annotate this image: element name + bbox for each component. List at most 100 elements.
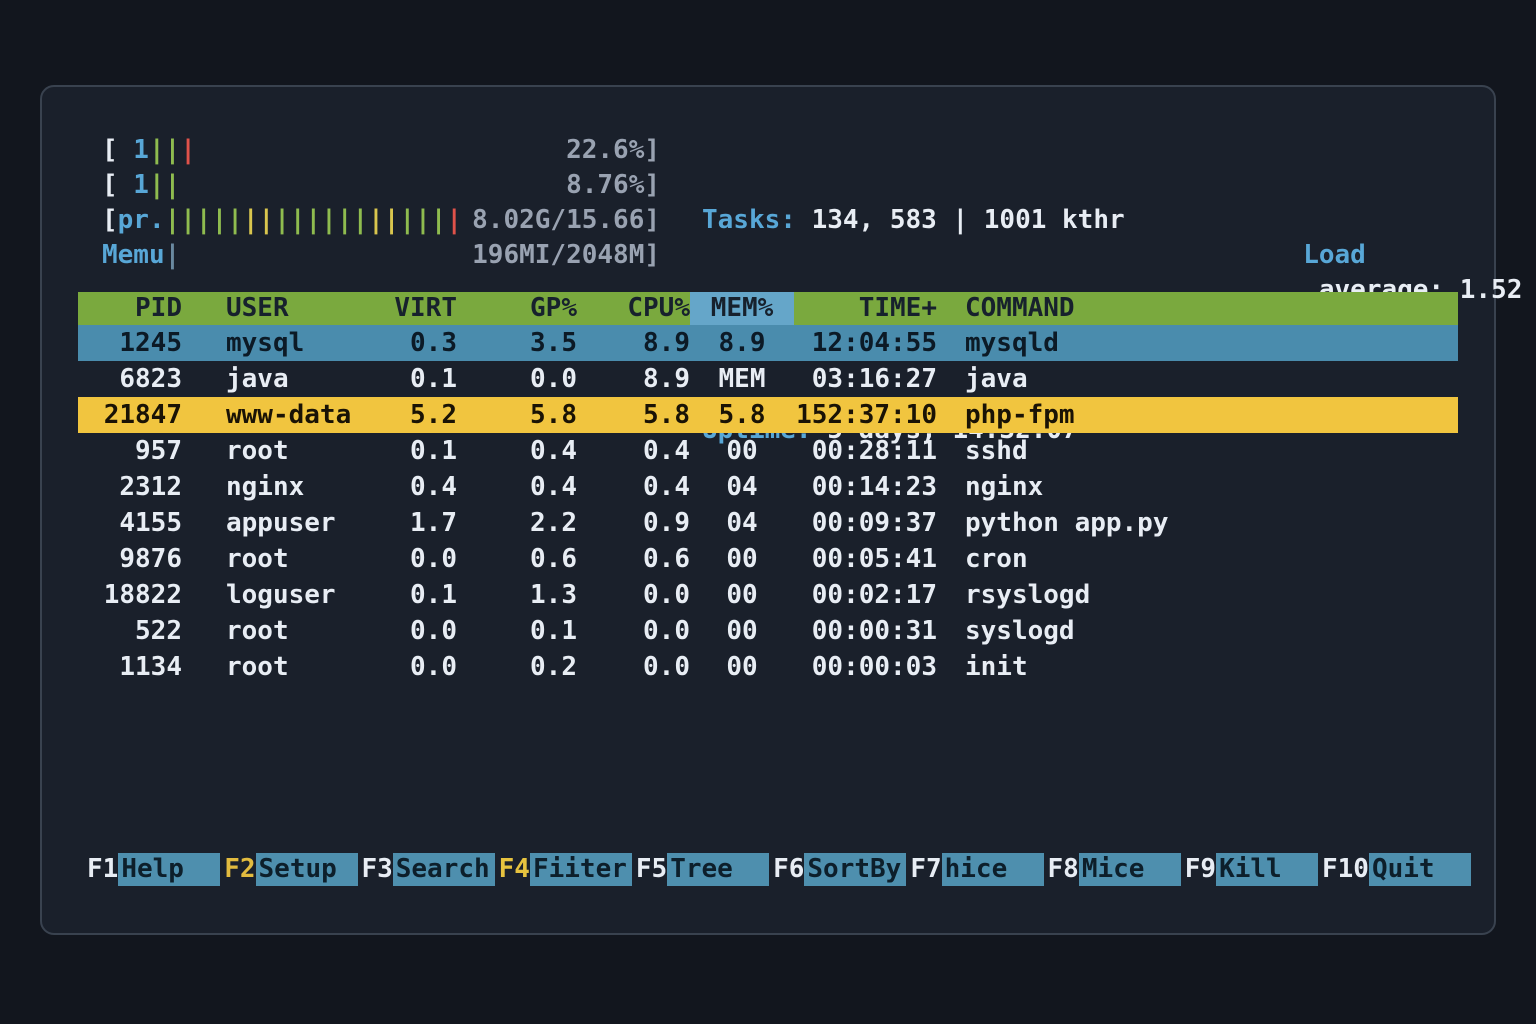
column-header-cpu[interactable]: CPU% [577, 292, 690, 325]
fkey-number: F5 [636, 853, 667, 886]
fkey-hice[interactable]: F7hice [910, 853, 1043, 886]
column-header-gp[interactable]: GP% [457, 292, 577, 325]
fkey-number: F10 [1322, 853, 1369, 886]
fkey-mice[interactable]: F8Mice [1048, 853, 1181, 886]
function-key-bar: F1HelpF2SetupF3SearchF4FiiterF5TreeF6Sor… [87, 853, 1471, 886]
process-row[interactable]: 9876root0.00.60.60000:05:41cron [78, 541, 1458, 577]
cell-mem: 00 [690, 649, 794, 685]
cell-pid: 6823 [78, 361, 182, 397]
cell-cpu: 8.9 [577, 361, 690, 397]
cell-cpu: 0.0 [577, 613, 690, 649]
cell-mem: 00 [690, 541, 794, 577]
cell-virt: 1.7 [378, 505, 457, 541]
cell-cpu: 0.4 [577, 469, 690, 505]
meter-value: 196MI/2048M] [472, 238, 660, 273]
cell-time: 12:04:55 [794, 325, 954, 361]
fkey-label: SortBy [804, 853, 906, 886]
process-row[interactable]: 957root0.10.40.40000:28:11sshd [78, 433, 1458, 469]
cell-command: syslogd [954, 613, 1458, 649]
cell-pid: 1134 [78, 649, 182, 685]
cell-time: 152:37:10 [794, 397, 954, 433]
process-row[interactable]: 2312nginx0.40.40.40400:14:23nginx [78, 469, 1458, 505]
cell-time: 00:14:23 [794, 469, 954, 505]
cell-mem: MEM [690, 361, 794, 397]
cell-virt: 0.1 [378, 361, 457, 397]
meter-bar: [ 1||| [102, 133, 196, 168]
cell-cpu: 0.4 [577, 433, 690, 469]
column-header-virt[interactable]: VIRT [378, 292, 457, 325]
cell-gp: 1.3 [457, 577, 577, 613]
process-row[interactable]: 6823java0.10.08.9MEM03:16:27java [78, 361, 1458, 397]
column-header-time[interactable]: TIME+ [794, 292, 954, 325]
cell-virt: 0.0 [378, 613, 457, 649]
fkey-number: F6 [773, 853, 804, 886]
process-row[interactable]: 522root0.00.10.00000:00:31syslogd [78, 613, 1458, 649]
load-label: Load [1303, 240, 1366, 270]
cell-gp: 5.8 [457, 397, 577, 433]
process-row[interactable]: 1245mysql0.33.58.98.912:04:55mysqld [78, 325, 1458, 361]
cell-virt: 0.3 [378, 325, 457, 361]
fkey-label: Kill [1216, 853, 1318, 886]
cell-gp: 0.4 [457, 433, 577, 469]
process-row[interactable]: 4155appuser1.72.20.90400:09:37python app… [78, 505, 1458, 541]
cell-command: rsyslogd [954, 577, 1458, 613]
cell-pid: 957 [78, 433, 182, 469]
cell-pid: 522 [78, 613, 182, 649]
cell-command: init [954, 649, 1458, 685]
meter-row: [ 1||| 22.6%] [102, 133, 660, 168]
process-row[interactable]: 21847www-data5.25.85.85.8152:37:10php-fp… [78, 397, 1458, 433]
meter-value: 22.6%] [566, 133, 660, 168]
fkey-label: Help [118, 853, 220, 886]
meter-row: [pr.|||||||||||||||||||8.02G/15.66] [102, 203, 660, 238]
fkey-label: Fiiter [530, 853, 632, 886]
cell-mem: 04 [690, 505, 794, 541]
fkey-label: Tree [667, 853, 769, 886]
fkey-label: Quit [1369, 853, 1471, 886]
cell-pid: 4155 [78, 505, 182, 541]
column-header-user[interactable]: USER [182, 292, 378, 325]
cell-time: 00:00:31 [794, 613, 954, 649]
fkey-help[interactable]: F1Help [87, 853, 220, 886]
cell-command: mysqld [954, 325, 1458, 361]
cell-pid: 21847 [78, 397, 182, 433]
cell-time: 00:09:37 [794, 505, 954, 541]
cell-cpu: 0.0 [577, 577, 690, 613]
terminal-window: [ 1|||22.6%][ 1||8.76%][pr.|||||||||||||… [40, 85, 1496, 935]
cell-gp: 0.6 [457, 541, 577, 577]
fkey-search[interactable]: F3Search [361, 853, 494, 886]
cell-time: 00:05:41 [794, 541, 954, 577]
process-row[interactable]: 1134root0.00.20.00000:00:03init [78, 649, 1458, 685]
meter-row: Memu| 196MI/2048M] [102, 238, 660, 273]
cell-time: 03:16:27 [794, 361, 954, 397]
cell-user: root [182, 541, 378, 577]
cell-cpu: 0.9 [577, 505, 690, 541]
cell-gp: 0.0 [457, 361, 577, 397]
fkey-quit[interactable]: F10Quit [1322, 853, 1471, 886]
cell-user: root [182, 649, 378, 685]
system-meters: [ 1|||22.6%][ 1||8.76%][pr.|||||||||||||… [102, 133, 660, 273]
cell-user: www-data [182, 397, 378, 433]
cell-user: nginx [182, 469, 378, 505]
fkey-kill[interactable]: F9Kill [1185, 853, 1318, 886]
column-header-command[interactable]: COMMAND [954, 292, 1458, 325]
cell-mem: 8.9 [690, 325, 794, 361]
meter-bar: Memu| [102, 238, 180, 273]
cell-virt: 0.0 [378, 649, 457, 685]
cell-gp: 0.1 [457, 613, 577, 649]
fkey-tree[interactable]: F5Tree [636, 853, 769, 886]
cell-mem: 00 [690, 433, 794, 469]
table-header: PIDUSERVIRTGP%CPU%MEM%TIME+COMMAND [78, 292, 1458, 325]
fkey-setup[interactable]: F2Setup [224, 853, 357, 886]
cell-gp: 0.4 [457, 469, 577, 505]
fkey-number: F2 [224, 853, 255, 886]
column-header-mem[interactable]: MEM% [690, 292, 794, 325]
cell-time: 00:28:11 [794, 433, 954, 469]
fkey-sortby[interactable]: F6SortBy [773, 853, 906, 886]
process-row[interactable]: 18822loguser0.11.30.00000:02:17rsyslogd [78, 577, 1458, 613]
cell-mem: 04 [690, 469, 794, 505]
fkey-number: F3 [361, 853, 392, 886]
fkey-fiiter[interactable]: F4Fiiter [499, 853, 632, 886]
cell-pid: 2312 [78, 469, 182, 505]
cell-cpu: 0.0 [577, 649, 690, 685]
column-header-pid[interactable]: PID [78, 292, 182, 325]
